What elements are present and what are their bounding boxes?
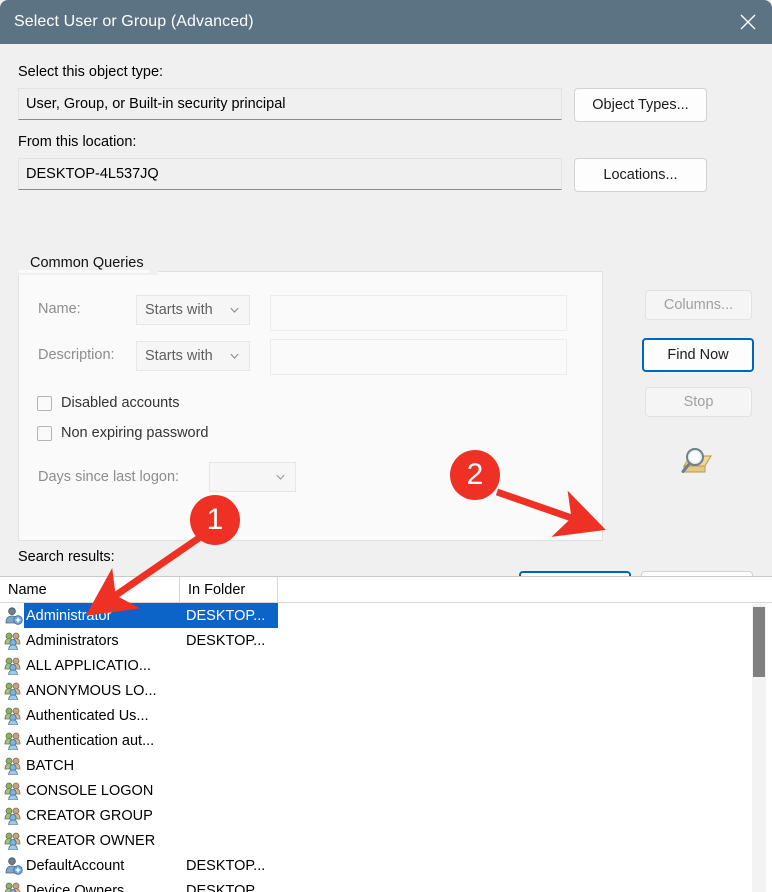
table-row[interactable]: CREATOR OWNER — [0, 828, 745, 853]
search-results-label: Search results: — [18, 549, 115, 565]
row-name: Authentication aut... — [26, 732, 155, 749]
group-icon — [4, 707, 21, 726]
search-results-listview[interactable]: Name In Folder Administrator DESKTOP... Ad… — [0, 576, 772, 892]
group-tab-mask — [19, 270, 149, 273]
table-row[interactable]: Administrator DESKTOP... — [0, 603, 745, 628]
table-row[interactable]: CREATOR GROUP — [0, 803, 745, 828]
group-icon — [4, 882, 21, 892]
days-since-last-logon-label: Days since last logon: — [38, 469, 180, 485]
window-title: Select User or Group (Advanced) — [14, 13, 254, 30]
group-icon — [4, 732, 21, 751]
non-expiring-password-checkbox-row[interactable]: Non expiring password — [37, 425, 209, 441]
chevron-down-icon — [276, 474, 285, 480]
row-name: Administrators — [26, 632, 119, 649]
chevron-down-icon — [230, 353, 239, 359]
listview-header: Name In Folder — [0, 577, 772, 603]
table-row[interactable]: DefaultAccount DESKTOP... — [0, 853, 745, 878]
group-icon — [4, 832, 21, 851]
group-icon — [4, 682, 21, 701]
row-name: CREATOR GROUP — [26, 807, 153, 824]
name-operator-select[interactable]: Starts with — [136, 295, 250, 325]
group-icon — [4, 657, 21, 676]
row-name: CREATOR OWNER — [26, 832, 156, 849]
column-header-name[interactable]: Name — [0, 577, 180, 602]
magnifier-folder-icon — [681, 448, 712, 473]
table-row[interactable]: Administrators DESKTOP... — [0, 628, 745, 653]
row-in-folder: DESKTOP... — [186, 607, 266, 624]
description-operator-value: Starts with — [145, 348, 213, 364]
group-icon — [4, 632, 21, 651]
location-field[interactable]: DESKTOP-4L537JQ — [18, 158, 562, 190]
non-expiring-password-checkbox[interactable] — [37, 425, 52, 441]
disabled-accounts-label: Disabled accounts — [61, 395, 180, 411]
object-type-label: Select this object type: — [18, 64, 164, 80]
row-name: DefaultAccount — [26, 857, 125, 874]
group-icon — [4, 782, 21, 801]
object-type-field[interactable]: User, Group, or Built-in security princi… — [18, 88, 562, 120]
stop-button[interactable]: Stop — [645, 387, 752, 417]
listview-scrollbar[interactable] — [752, 604, 766, 892]
name-query-input[interactable] — [270, 295, 567, 331]
annotation-badge-1: 1 — [190, 495, 240, 545]
row-name: Device Owners — [26, 882, 125, 892]
days-since-last-logon-select[interactable] — [209, 462, 296, 492]
listview-rows: Administrator DESKTOP... Administrators DES… — [0, 603, 745, 892]
row-in-folder: DESKTOP... — [186, 857, 266, 874]
disabled-accounts-checkbox-row[interactable]: Disabled accounts — [37, 395, 180, 411]
name-label: Name: — [38, 301, 81, 317]
dialog-body: Select this object type: User, Group, or… — [0, 44, 772, 892]
disabled-accounts-checkbox[interactable] — [37, 395, 52, 411]
row-name: CONSOLE LOGON — [26, 782, 154, 799]
row-name: Administrator — [26, 607, 112, 624]
close-icon — [740, 14, 756, 30]
group-icon — [4, 807, 21, 826]
name-operator-value: Starts with — [145, 302, 213, 318]
location-label: From this location: — [18, 134, 137, 150]
table-row[interactable]: ANONYMOUS LO... — [0, 678, 745, 703]
annotation-badge-2: 2 — [450, 450, 500, 500]
row-name: Authenticated Us... — [26, 707, 149, 724]
user-icon — [5, 607, 23, 625]
close-button[interactable] — [724, 0, 772, 44]
columns-button[interactable]: Columns... — [645, 290, 752, 320]
group-icon — [4, 757, 21, 776]
table-row[interactable]: Device Owners DESKTOP... — [0, 878, 745, 892]
column-header-in-folder[interactable]: In Folder — [180, 577, 278, 602]
title-bar: Select User or Group (Advanced) — [0, 0, 772, 44]
locations-button[interactable]: Locations... — [574, 158, 707, 192]
table-row[interactable]: Authentication aut... — [0, 728, 745, 753]
row-name: BATCH — [26, 757, 75, 774]
table-row[interactable]: BATCH — [0, 753, 745, 778]
table-row[interactable]: ALL APPLICATIO... — [0, 653, 745, 678]
table-row[interactable]: CONSOLE LOGON — [0, 778, 745, 803]
select-user-or-group-dialog: Select User or Group (Advanced) Select t… — [0, 0, 772, 892]
description-label: Description: — [38, 347, 115, 363]
object-types-button[interactable]: Object Types... — [574, 88, 707, 122]
find-now-button[interactable]: Find Now — [642, 338, 754, 372]
description-operator-select[interactable]: Starts with — [136, 341, 250, 371]
chevron-down-icon — [230, 307, 239, 313]
row-in-folder: DESKTOP... — [186, 632, 266, 649]
non-expiring-password-label: Non expiring password — [61, 425, 209, 441]
table-row[interactable]: Authenticated Us... — [0, 703, 745, 728]
row-name: ALL APPLICATIO... — [26, 657, 151, 674]
description-query-input[interactable] — [270, 339, 567, 375]
row-name: ANONYMOUS LO... — [26, 682, 157, 699]
row-in-folder: DESKTOP... — [186, 882, 266, 892]
scrollbar-thumb[interactable] — [753, 607, 765, 677]
user-icon — [5, 857, 23, 875]
